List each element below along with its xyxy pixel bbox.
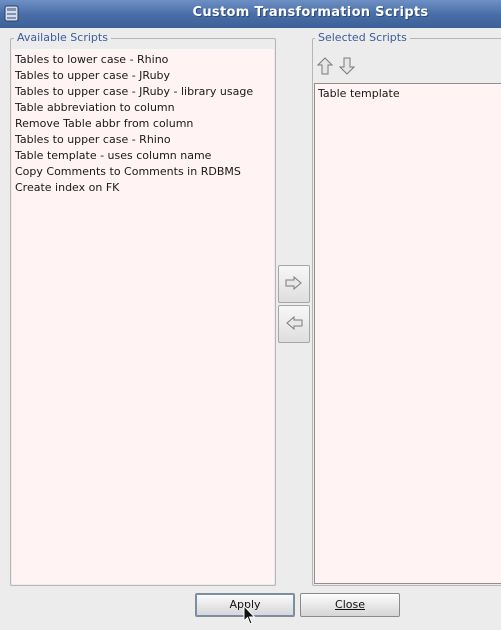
add-script-button[interactable] xyxy=(278,265,310,303)
list-item[interactable]: Copy Comments to Comments in RDBMS xyxy=(15,164,241,180)
list-item[interactable]: Table abbreviation to column xyxy=(15,100,175,116)
arrow-down-icon[interactable] xyxy=(338,57,356,75)
available-scripts-legend: Available Scripts xyxy=(14,31,111,44)
available-scripts-group: Available Scripts Tables to lower case -… xyxy=(10,31,276,586)
list-top-band xyxy=(12,49,274,51)
list-item[interactable]: Tables to upper case - JRuby xyxy=(15,68,170,84)
arrow-up-icon[interactable] xyxy=(316,57,334,75)
list-item[interactable]: Tables to upper case - Rhino xyxy=(15,132,171,148)
selected-scripts-list[interactable]: Table template xyxy=(314,83,501,584)
list-item[interactable]: Create index on FK xyxy=(15,180,119,196)
list-item[interactable]: Table template - uses column name xyxy=(15,148,211,164)
remove-script-button[interactable] xyxy=(278,305,310,343)
selected-scripts-group: Selected Scripts Table template xyxy=(312,31,501,586)
app-icon[interactable] xyxy=(4,5,20,22)
window-title: Custom Transformation Scripts xyxy=(192,5,429,20)
close-button-label: Close xyxy=(335,598,365,611)
close-button[interactable]: Close xyxy=(300,593,400,617)
mouse-cursor-icon xyxy=(243,604,256,629)
list-item[interactable]: Tables to lower case - Rhino xyxy=(15,52,168,68)
selected-scripts-legend: Selected Scripts xyxy=(315,31,410,44)
available-scripts-list[interactable]: Tables to lower case - Rhino Tables to u… xyxy=(12,49,274,584)
list-item[interactable]: Table template xyxy=(318,86,400,102)
title-bar: Custom Transformation Scripts xyxy=(0,0,501,29)
list-item[interactable]: Remove Table abbr from column xyxy=(15,116,193,132)
list-item[interactable]: Tables to upper case - JRuby - library u… xyxy=(15,84,253,100)
